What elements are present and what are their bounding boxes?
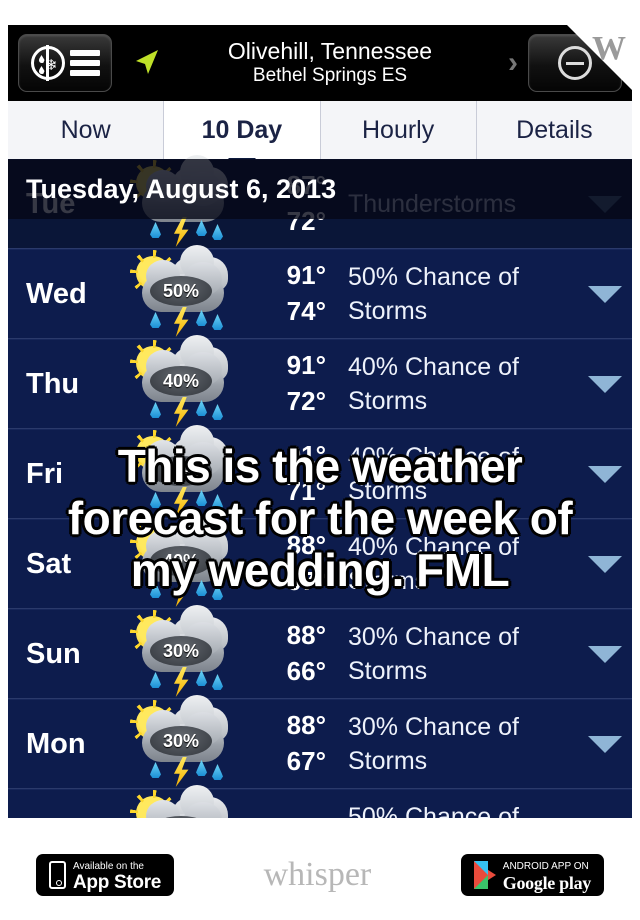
pop-badge: 40% (150, 366, 212, 396)
row-temps: 88° 67° (248, 708, 326, 780)
weather-menu-icon: ❄ (30, 45, 65, 81)
tab-details[interactable]: Details (476, 101, 632, 159)
row-low: 74° (286, 296, 326, 326)
table-row[interactable]: Tue 50% 83° 50% Chance of Storms (8, 785, 632, 819)
row-day: Wed (26, 277, 87, 310)
location-arrow-icon (134, 48, 160, 78)
location-display[interactable]: Olivehill, Tennessee Bethel Springs ES (152, 38, 508, 87)
row-day: Tue (8, 818, 128, 819)
app-store-badge[interactable]: Available on the App Store (36, 854, 175, 896)
row-expand-caret-icon[interactable] (578, 645, 632, 663)
caption-line-3: my wedding. FML (129, 542, 511, 598)
weather-menu-button[interactable]: ❄ (18, 34, 112, 92)
table-row[interactable]: Mon 30% 88° 67° 30% Chance of Storms (8, 695, 632, 789)
table-row[interactable]: Thu 40% 91° 72° 40% Chance of Storms (8, 335, 632, 429)
app-header: ❄ Olivehill, Tennessee Bethel Springs ES… (8, 25, 632, 101)
selected-date-bar: Tuesday, August 6, 2013 (8, 159, 632, 219)
row-expand-caret-icon[interactable] (578, 735, 632, 753)
table-row[interactable]: Wed 50% 91° 74° 50% Chance of Storms (8, 245, 632, 339)
weather-icon-thunderstorm: 50% (128, 245, 240, 337)
app-store-small-label: Available on the (73, 860, 144, 872)
row-high: 91° (286, 260, 326, 291)
row-condition: 30% Chance of Storms (348, 713, 519, 775)
row-day: Mon (26, 727, 86, 760)
whisper-wordmark: whisper (263, 856, 372, 893)
row-temps: 83° (248, 816, 326, 818)
google-play-small-label: ANDROID APP ON (502, 860, 589, 872)
tab-now[interactable]: Now (8, 101, 165, 159)
google-play-big-label: Google play (502, 872, 592, 893)
row-condition: 40% Chance of Storms (348, 353, 519, 415)
weather-icon-thunderstorm: 50% (128, 785, 240, 818)
weather-icon-thunderstorm: 30% (128, 695, 240, 787)
row-condition: 30% Chance of Storms (348, 623, 519, 685)
pop-badge: 30% (150, 726, 212, 756)
table-row[interactable]: Sun 30% 88° 66° 30% Chance of Storms (8, 605, 632, 699)
google-play-icon (473, 861, 496, 889)
row-temps: 91° 72° (248, 348, 326, 420)
whisper-caption: This is the weather forecast for the wee… (0, 438, 640, 598)
location-station: Bethel Springs ES (252, 65, 408, 87)
whisper-corner-fold: W (542, 0, 640, 98)
row-expand-caret-icon[interactable] (578, 285, 632, 303)
location-city: Olivehill, Tennessee (227, 38, 433, 65)
weather-icon-thunderstorm: 40% (128, 335, 240, 427)
row-low: 67° (286, 746, 326, 776)
app-store-big-label: App Store (73, 872, 162, 894)
tab-hourly[interactable]: Hourly (320, 101, 477, 159)
weather-app-screenshot: ❄ Olivehill, Tennessee Bethel Springs ES… (8, 25, 632, 818)
pop-badge: 50% (150, 276, 212, 306)
weather-icon-thunderstorm: 30% (128, 605, 240, 697)
app-store-footer: Available on the App Store whisper ANDRO… (0, 830, 640, 920)
tab-10-day-label: 10 Day (201, 115, 283, 144)
row-low: 66° (286, 656, 326, 686)
caption-line-1: This is the weather (116, 438, 525, 494)
iphone-icon (49, 861, 66, 889)
row-high: 88° (286, 710, 326, 741)
row-expand-caret-icon[interactable] (578, 375, 632, 393)
row-high: 88° (286, 620, 326, 651)
row-condition: 50% Chance of Storms (348, 803, 519, 818)
google-play-badge[interactable]: ANDROID APP ON Google play (460, 854, 604, 896)
pop-badge: 30% (150, 636, 212, 666)
row-high: 91° (286, 350, 326, 381)
row-day: Sun (26, 637, 81, 670)
caption-line-2: forecast for the week of (66, 490, 574, 546)
row-temps: 91° 74° (248, 258, 326, 330)
hamburger-icon (69, 50, 100, 76)
whisper-w-icon: W (592, 30, 626, 67)
row-day: Thu (26, 367, 80, 400)
row-low: 72° (286, 386, 326, 416)
row-high: 83° (248, 816, 326, 818)
row-condition: 50% Chance of Storms (348, 263, 519, 325)
row-temps: 88° 66° (248, 618, 326, 690)
tab-10-day[interactable]: 10 Day (164, 101, 321, 172)
tab-bar: Now 10 Day Hourly Details (8, 101, 632, 172)
chevron-right-icon[interactable]: › (508, 46, 518, 80)
